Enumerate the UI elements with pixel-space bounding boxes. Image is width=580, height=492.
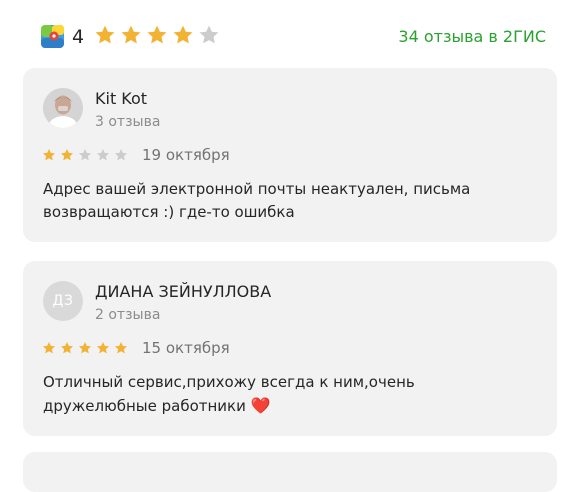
star-filled-icon — [42, 342, 56, 354]
avatar[interactable] — [43, 88, 83, 128]
star-filled-icon — [173, 25, 193, 44]
star-filled-icon — [147, 25, 167, 44]
review-date: 19 октября — [142, 146, 230, 164]
star-filled-icon — [60, 149, 74, 161]
review-author-name[interactable]: ДИАНА ЗЕЙНУЛЛОВА — [95, 281, 271, 303]
star-filled-icon — [114, 342, 128, 354]
reviews-count-link[interactable]: 34 отзыва в 2ГИС — [398, 26, 546, 48]
review-author-review-count: 2 отзыва — [95, 307, 161, 323]
overall-rating-stars — [94, 24, 220, 48]
star-filled-icon — [78, 342, 92, 354]
heart-emoji-icon: ❤️ — [250, 396, 271, 415]
review-card: Kit Kot 3 отзыва 19 октября Адрес вашей … — [23, 68, 557, 242]
star-empty-icon — [114, 149, 128, 161]
review-card — [23, 452, 557, 492]
review-rating-stars — [42, 341, 128, 355]
star-empty-icon — [96, 149, 110, 161]
star-filled-icon — [95, 25, 115, 44]
avatar[interactable]: ДЗ — [43, 281, 83, 321]
review-date: 15 октября — [142, 339, 230, 357]
star-filled-icon — [42, 149, 56, 161]
star-filled-icon — [60, 342, 74, 354]
review-text: Адрес вашей электронной почты неактуален… — [43, 180, 471, 221]
review-text-content: Отличный сервис,прихожу всегда к ним,оче… — [43, 373, 415, 415]
2gis-map-icon — [41, 25, 64, 48]
review-author-review-count: 3 отзыва — [95, 114, 161, 130]
star-empty-icon — [78, 149, 92, 161]
review-text: Отличный сервис,прихожу всегда к ним,оче… — [43, 371, 523, 418]
star-filled-icon — [96, 342, 110, 354]
review-card: ДЗ ДИАНА ЗЕЙНУЛЛОВА 2 отзыва 15 октября … — [23, 261, 557, 436]
overall-rating-value: 4 — [72, 26, 85, 48]
rating-header: 4 34 отзыва в 2ГИС — [0, 0, 580, 72]
star-filled-icon — [121, 25, 141, 44]
review-rating-stars — [42, 148, 128, 162]
user-photo-icon — [43, 88, 83, 128]
star-empty-icon — [199, 25, 219, 44]
review-author-name[interactable]: Kit Kot — [95, 88, 147, 110]
